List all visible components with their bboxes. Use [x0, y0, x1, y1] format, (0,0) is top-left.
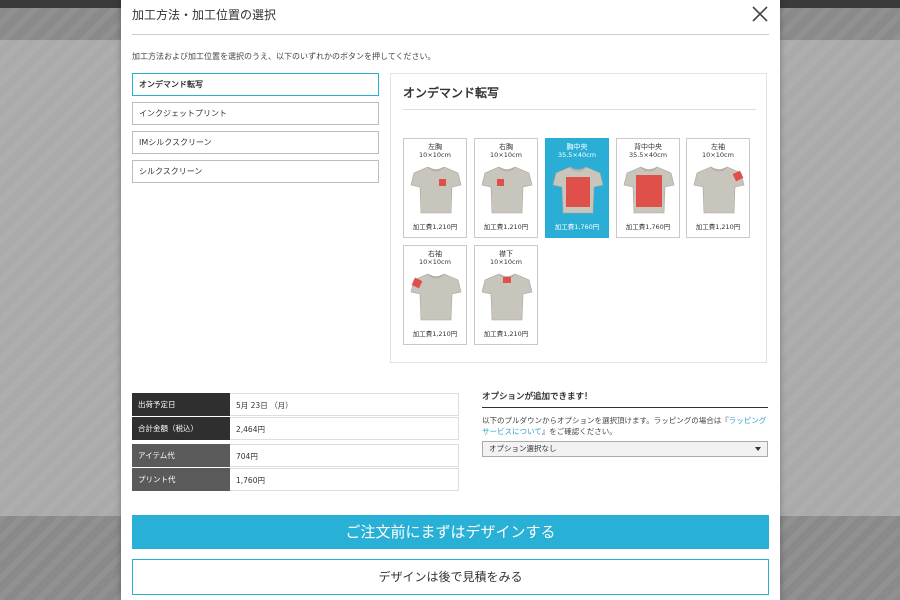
design-first-button[interactable]: ご注文前にまずはデザインする [132, 515, 769, 549]
position-price: 加工費1,760円 [625, 223, 671, 231]
position-price: 加工費1,210円 [695, 223, 741, 231]
option-select[interactable]: オプション選択なし [482, 441, 768, 457]
position-size: 10×10cm [419, 258, 451, 266]
tshirt-icon [481, 273, 533, 321]
tshirt-icon [481, 166, 533, 214]
summary-row-total: 合計金額（税込） 2,464円 [132, 417, 459, 440]
position-card-right-sleeve[interactable]: 右袖 10×10cm 加工費1,210円 [403, 245, 467, 345]
summary-row-print: プリント代 1,760円 [132, 468, 459, 491]
position-size: 10×10cm [419, 151, 451, 159]
modal-title: 加工方法・加工位置の選択 [132, 8, 277, 22]
position-size: 10×10cm [490, 151, 522, 159]
options-desc-before: 以下のプルダウンからオプションを選択頂けます。ラッピングの場合は『 [482, 416, 729, 425]
summary-value: 1,760円 [230, 468, 459, 491]
panel-title: オンデマンド転写 [403, 86, 500, 100]
summary-value: 5月 23日 （月） [230, 393, 459, 416]
method-button-im-silkscreen[interactable]: IMシルクスクリーン [132, 131, 379, 154]
summary-label: 出荷予定日 [132, 393, 230, 416]
position-price: 加工費1,210円 [412, 330, 458, 338]
order-summary: 出荷予定日 5月 23日 （月） 合計金額（税込） 2,464円 アイテム代 7… [132, 393, 459, 492]
close-icon[interactable] [750, 4, 770, 24]
position-name: 右袖 [428, 250, 442, 258]
position-name: 左袖 [711, 143, 725, 151]
tshirt-icon [623, 166, 675, 214]
position-panel: オンデマンド転写 左胸 10×10cm 加工費1,210円 右胸 10×10cm 加工費1… [390, 73, 767, 363]
position-name: 胸中央 [566, 143, 588, 151]
position-name: 右胸 [499, 143, 513, 151]
position-card-right-chest[interactable]: 右胸 10×10cm 加工費1,210円 [474, 138, 538, 238]
method-list: オンデマンド転写 インクジェットプリント IMシルクスクリーン シルクスクリーン [132, 73, 379, 189]
method-button-inkjet[interactable]: インクジェットプリント [132, 102, 379, 125]
quote-later-button[interactable]: デザインは後で見積をみる [132, 559, 769, 595]
summary-label: プリント代 [132, 468, 230, 491]
position-size: 35.5×40cm [557, 151, 597, 159]
position-size: 35.5×40cm [628, 151, 668, 159]
position-card-below-collar[interactable]: 襟下 10×10cm 加工費1,210円 [474, 245, 538, 345]
instruction-text: 加工方法および加工位置を選択のうえ、以下のいずれかのボタンを押してください。 [132, 52, 436, 61]
summary-value: 704円 [230, 444, 459, 467]
summary-label: アイテム代 [132, 444, 230, 467]
position-card-left-chest[interactable]: 左胸 10×10cm 加工費1,210円 [403, 138, 467, 238]
tshirt-icon [693, 166, 745, 214]
position-size: 10×10cm [490, 258, 522, 266]
position-price: 加工費1,210円 [483, 330, 529, 338]
position-price: 加工費1,760円 [554, 223, 600, 231]
option-select-value: オプション選択なし [489, 444, 557, 453]
method-button-on-demand[interactable]: オンデマンド転写 [132, 73, 379, 96]
position-card-back-center[interactable]: 背中中央 35.5×40cm 加工費1,760円 [616, 138, 680, 238]
position-card-front-center[interactable]: 胸中央 35.5×40cm 加工費1,760円 [545, 138, 609, 238]
options-title: オプションが追加できます！ [482, 390, 768, 408]
position-size: 10×10cm [702, 151, 734, 159]
position-card-left-sleeve[interactable]: 左袖 10×10cm 加工費1,210円 [686, 138, 750, 238]
tshirt-icon [552, 166, 604, 214]
panel-divider [403, 109, 756, 110]
options-description: 以下のプルダウンからオプションを選択頂けます。ラッピングの場合は『ラッピングサー… [482, 415, 768, 437]
position-name: 襟下 [499, 250, 513, 258]
method-button-silkscreen[interactable]: シルクスクリーン [132, 160, 379, 183]
tshirt-icon [410, 166, 462, 214]
title-divider [132, 34, 769, 35]
summary-row-ship-date: 出荷予定日 5月 23日 （月） [132, 393, 459, 416]
summary-value: 2,464円 [230, 417, 459, 440]
tshirt-icon [410, 273, 462, 321]
process-selection-modal: 加工方法・加工位置の選択 加工方法および加工位置を選択のうえ、以下のいずれかのボ… [121, 0, 780, 600]
options-desc-after: 』をご確認ください。 [541, 427, 617, 436]
summary-row-item: アイテム代 704円 [132, 444, 459, 467]
options-section: オプションが追加できます！ 以下のプルダウンからオプションを選択頂けます。ラッピ… [482, 390, 768, 457]
chevron-down-icon [755, 447, 761, 451]
position-name: 背中中央 [634, 143, 662, 151]
position-price: 加工費1,210円 [412, 223, 458, 231]
position-name: 左胸 [428, 143, 442, 151]
summary-label: 合計金額（税込） [132, 417, 230, 440]
position-price: 加工費1,210円 [483, 223, 529, 231]
